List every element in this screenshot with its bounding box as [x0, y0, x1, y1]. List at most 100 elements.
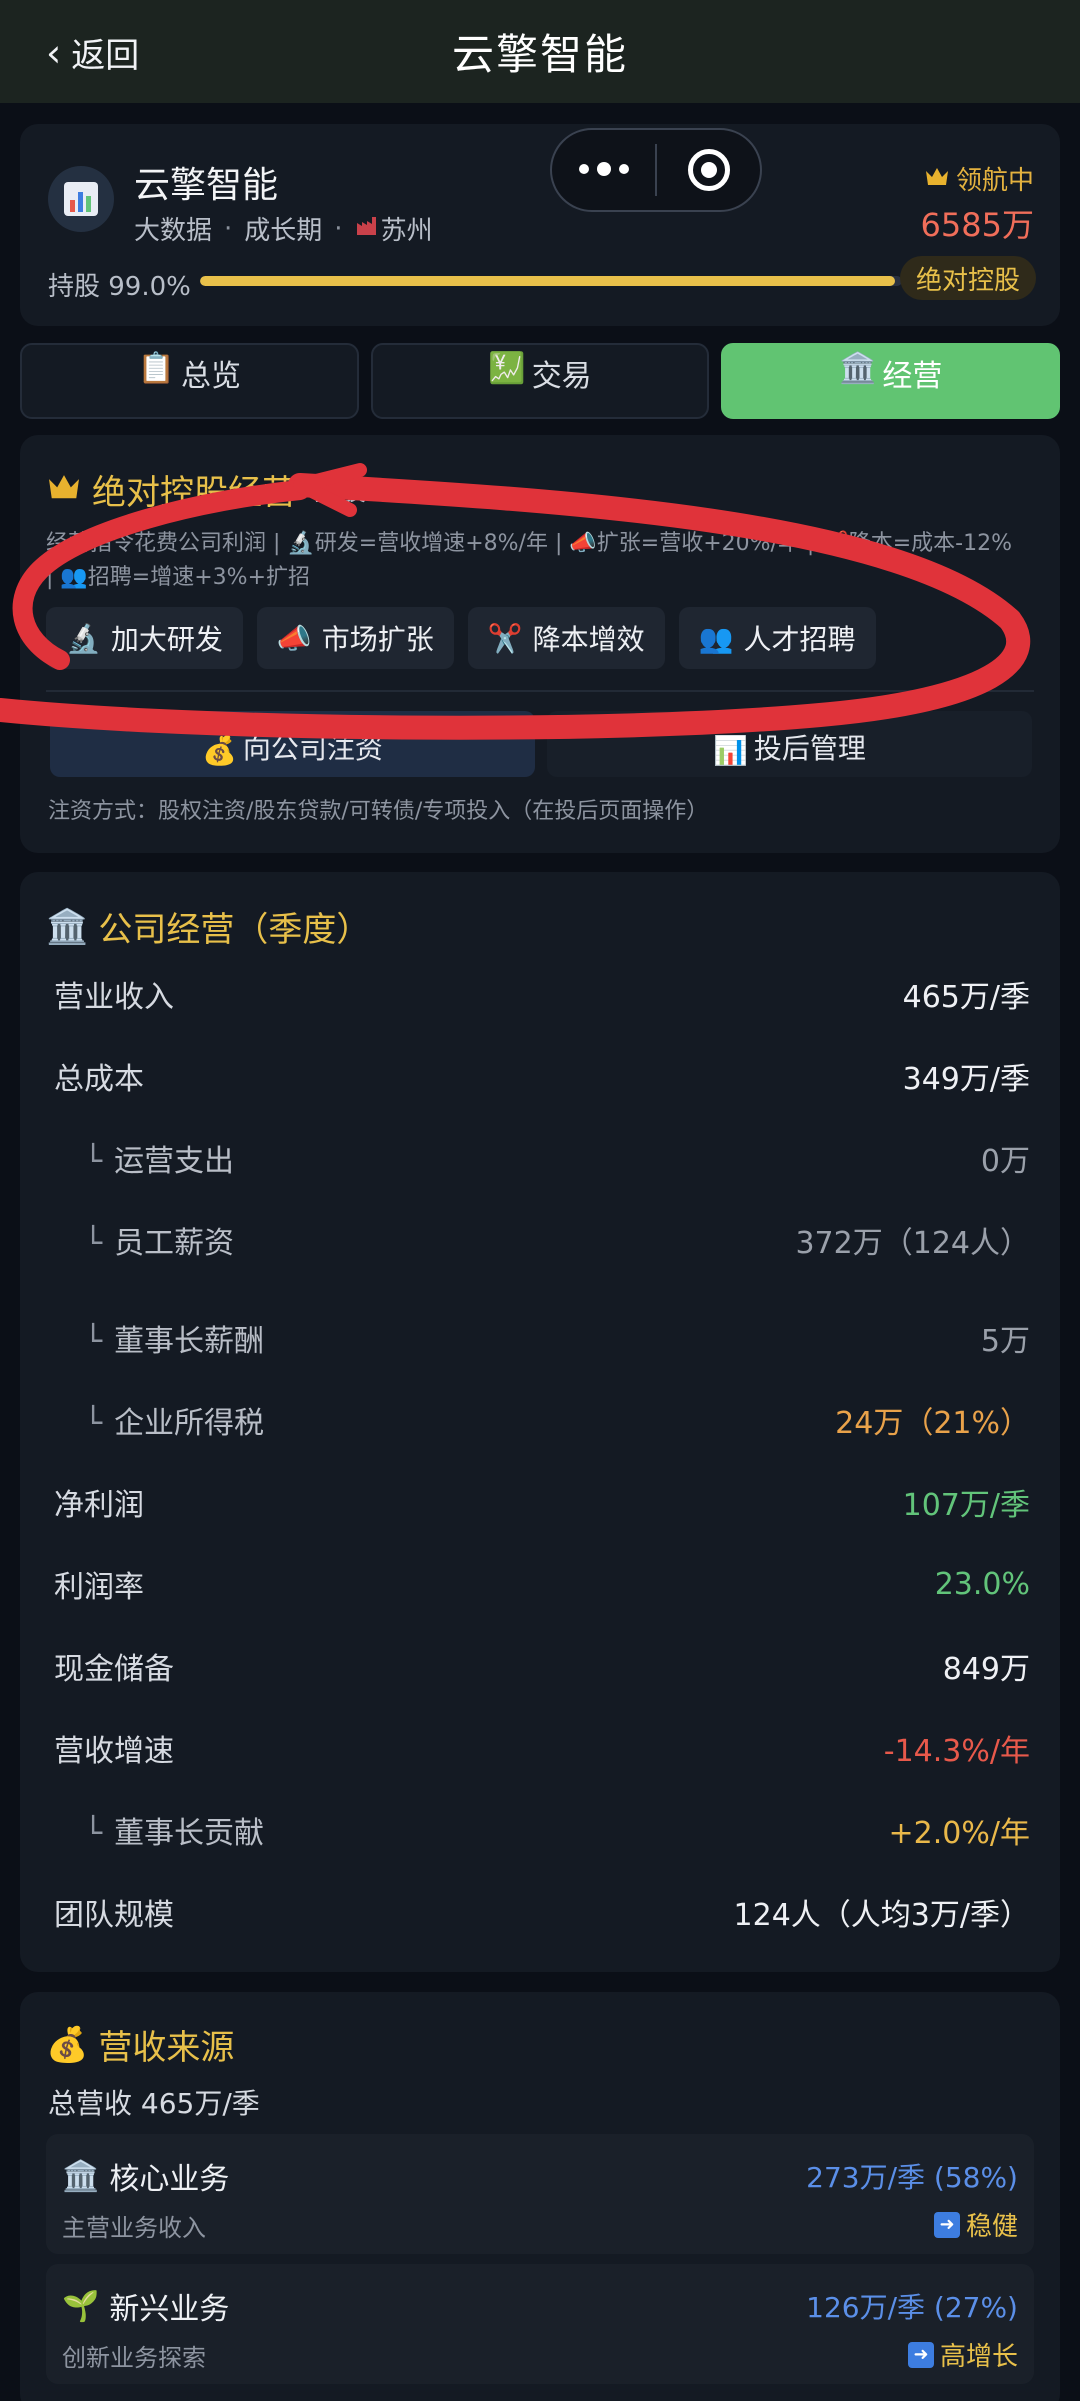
company-valuation: 6585万: [920, 206, 1034, 244]
management-title: 绝对控股经营 持股99%: [46, 465, 424, 514]
tree-branch-icon: └: [84, 1144, 103, 1179]
company-logo: [48, 166, 114, 232]
company-tags: 大数据 · 成长期 · 苏州: [134, 210, 433, 247]
back-label: 返回: [71, 36, 140, 76]
metric-value: 0万: [980, 1144, 1030, 1179]
back-button[interactable]: ‹ 返回: [46, 28, 139, 77]
crown-icon: [924, 164, 950, 194]
rnd-button[interactable]: 🔬 加大研发: [46, 607, 243, 669]
revenue-source-amount: 126万/季 (27%): [806, 2291, 1018, 2324]
operations-card: 🏛️ 公司经营（季度） 营业收入 465万/季总成本 349万/季 └ 运营支出 0万 └ 员…: [20, 872, 1060, 1972]
metric-row: 营收增速 -14.3%/年: [54, 1726, 1030, 1770]
revenue-source-desc: 创新业务探索: [62, 2344, 206, 2372]
revenue-source-trend: ➜ 稳健: [933, 2206, 1018, 2243]
bar-chart-icon: [64, 182, 98, 216]
arrow-right-icon: ➜: [933, 2211, 960, 2238]
metric-row: 总成本 349万/季: [54, 1054, 1030, 1098]
tree-branch-icon: └: [84, 1816, 103, 1851]
metric-row: 营业收入 465万/季: [54, 972, 1030, 1016]
metric-row: └ 董事长薪酬 5万: [54, 1316, 1030, 1360]
metric-row: 现金储备 849万: [54, 1644, 1030, 1688]
arrow-right-icon: ➜: [907, 2341, 934, 2368]
money-bag-icon: 💰: [46, 2024, 89, 2065]
metric-row: └ 运营支出 0万: [54, 1136, 1030, 1180]
metric-label: 营收增速: [54, 1734, 174, 1769]
revenue-total: 总营收 465万/季: [48, 2087, 260, 2120]
tab-trade[interactable]: 💹 交易: [370, 343, 710, 419]
factory-icon: [355, 213, 379, 244]
money-bag-icon: 💰: [202, 734, 237, 767]
revenue-source-item[interactable]: 🌱 新兴业务 创新业务探索 126万/季 (27%) ➜ 高增长: [46, 2264, 1034, 2384]
building-icon: 🏛️: [839, 351, 877, 386]
metric-value: 465万/季: [902, 980, 1030, 1015]
revenue-source-item[interactable]: 🏛️ 核心业务 主营业务收入 273万/季 (58%) ➜ 稳健: [46, 2134, 1034, 2254]
control-badge: 绝对控股: [899, 256, 1036, 300]
metric-row: 净利润 107万/季: [54, 1480, 1030, 1524]
metric-label: 营业收入: [54, 980, 174, 1015]
management-actions: 🔬 加大研发 📣 市场扩张 ✂️ 降本增效 👥 人才招聘: [46, 607, 876, 669]
post-investment-button[interactable]: 📊 投后管理: [547, 711, 1032, 777]
revenue-source-amount: 273万/季 (58%): [806, 2161, 1018, 2194]
holding-progress-bar: [200, 276, 902, 286]
tab-overview[interactable]: 📋 总览: [20, 343, 359, 419]
company-name: 云擎智能: [134, 165, 279, 206]
metric-row: └ 企业所得税 24万（21%）: [54, 1398, 1030, 1442]
operations-title: 🏛️ 公司经营（季度）: [46, 906, 371, 951]
revenue-card: 💰 营收来源 总营收 465万/季 🏛️ 核心业务 主营业务收入 273万/季 …: [20, 1992, 1060, 2401]
market-expand-button[interactable]: 📣 市场扩张: [256, 607, 454, 669]
management-description: 经营指令花费公司利润 | 🔬研发=营收增速+8%/年 | 📣扩张=营收+20%/…: [46, 531, 1013, 590]
metric-value: 124人（人均3万/季）: [733, 1898, 1030, 1933]
metric-value: 23.0%: [934, 1566, 1030, 1602]
page-title: 云擎智能: [451, 30, 628, 79]
management-card: 绝对控股经营 持股99% 经营指令花费公司利润 | 🔬研发=营收增速+8%/年 …: [20, 435, 1060, 853]
leader-status: 领航中: [924, 160, 1034, 197]
revenue-title: 💰 营收来源: [46, 2024, 235, 2069]
metric-value: 24万（21%）: [835, 1406, 1030, 1441]
more-options-icon[interactable]: [552, 162, 655, 176]
metric-value: 349万/季: [902, 1062, 1030, 1097]
metric-label: └ 董事长薪酬: [84, 1324, 265, 1359]
inject-capital-button[interactable]: 💰 向公司注资: [50, 711, 535, 777]
building-icon: 🏛️: [46, 906, 89, 947]
top-nav-bar: ‹ 返回 云擎智能: [0, 0, 1080, 103]
people-icon: 👥: [698, 621, 734, 655]
close-miniprogram-icon[interactable]: [657, 149, 760, 191]
company-header-card: 云擎智能 大数据 · 成长期 · 苏州 领航中 6585万 持股 99.0% 绝…: [20, 124, 1060, 326]
crown-icon: [46, 470, 82, 510]
metric-label: └ 企业所得税: [84, 1406, 265, 1441]
tree-branch-icon: └: [84, 1226, 103, 1261]
city-tag: 苏州: [380, 216, 433, 246]
chart-icon: 📊: [713, 734, 748, 767]
metric-row: └ 董事长贡献 +2.0%/年: [54, 1808, 1030, 1852]
stage-tag: 成长期: [244, 216, 323, 246]
section-tabs: 📋 总览 💹 交易 🏛️ 经营: [20, 343, 1061, 419]
metric-value: 849万: [942, 1652, 1030, 1687]
chevron-left-icon: ‹: [46, 30, 62, 75]
tree-branch-icon: └: [84, 1406, 103, 1441]
metric-label: 现金储备: [54, 1652, 174, 1687]
metric-row: 利润率 23.0%: [54, 1562, 1030, 1606]
clipboard-icon: 📋: [137, 351, 176, 386]
scissors-icon: ✂️: [487, 621, 523, 655]
seedling-icon: 🌱: [62, 2288, 100, 2324]
tab-operations[interactable]: 🏛️ 经营: [721, 343, 1061, 419]
holding-progress-fill: [200, 276, 895, 286]
revenue-source-desc: 主营业务收入: [62, 2214, 206, 2242]
revenue-source-name: 核心业务: [109, 2162, 230, 2197]
metric-value: +2.0%/年: [888, 1816, 1030, 1851]
microscope-icon: 🔬: [66, 621, 101, 655]
hiring-button[interactable]: 👥 人才招聘: [678, 607, 876, 669]
metric-value: 5万: [980, 1324, 1030, 1359]
yen-chart-icon: 💹: [488, 351, 526, 386]
metric-value: 372万（124人）: [795, 1226, 1030, 1261]
management-subtitle: 持股99%: [314, 477, 424, 507]
metric-label: 净利润: [54, 1488, 144, 1523]
metric-value: -14.3%/年: [883, 1734, 1030, 1769]
cost-cut-button[interactable]: ✂️ 降本增效: [467, 607, 665, 669]
tree-branch-icon: └: [84, 1324, 103, 1359]
divider: [46, 690, 1034, 692]
metric-label: └ 员工薪资: [84, 1226, 235, 1261]
investment-actions: 💰 向公司注资 📊 投后管理: [50, 711, 1032, 777]
investment-note: 注资方式：股权注资/股东贷款/可转债/专项投入（在投后页面操作）: [48, 799, 709, 824]
megaphone-icon: 📣: [276, 621, 312, 655]
